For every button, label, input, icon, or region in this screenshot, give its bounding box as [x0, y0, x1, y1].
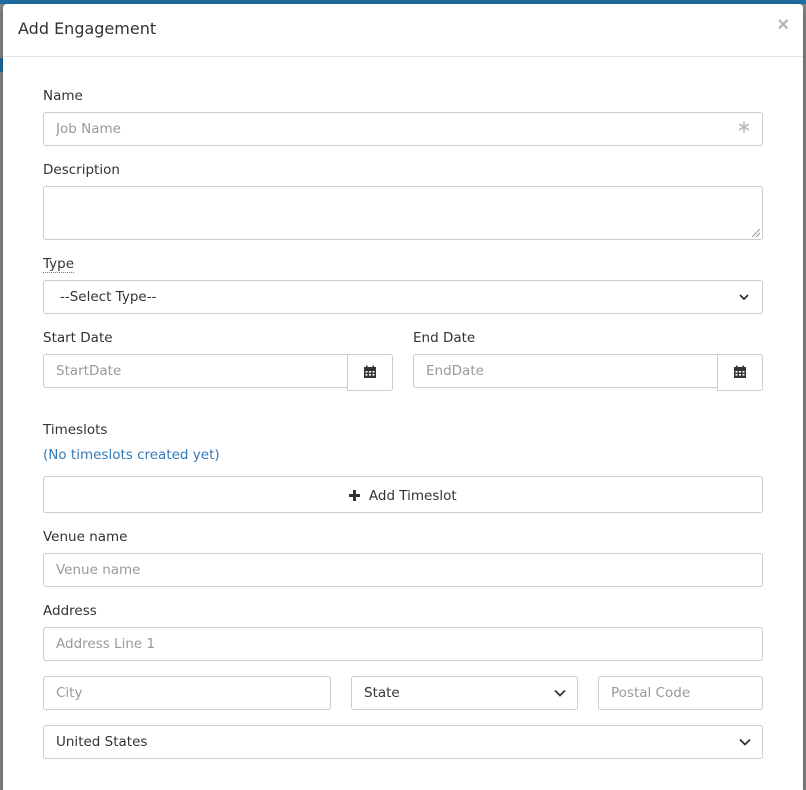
venue-name-label: Venue name: [43, 529, 128, 545]
end-date-label: End Date: [413, 330, 476, 346]
end-date-calendar-button[interactable]: [717, 354, 763, 391]
add-engagement-modal: Add Engagement × Name Description Type -…: [3, 4, 803, 790]
city-field[interactable]: [43, 676, 331, 710]
state-select[interactable]: State: [351, 676, 578, 710]
no-timeslots-text: (No timeslots created yet): [43, 447, 220, 463]
postal-code-field[interactable]: [598, 676, 763, 710]
chevron-down-icon: [738, 291, 752, 305]
timeslots-label: Timeslots: [43, 422, 108, 438]
address-line1-input[interactable]: [44, 628, 762, 660]
close-icon[interactable]: ×: [777, 15, 789, 35]
start-date-label: Start Date: [43, 330, 113, 346]
modal-header: Add Engagement ×: [3, 4, 803, 57]
job-name-input[interactable]: [44, 113, 762, 145]
modal-title: Add Engagement: [18, 19, 157, 38]
type-label: Type: [43, 256, 75, 273]
type-select-value: --Select Type--: [60, 289, 157, 305]
start-date-field[interactable]: [43, 354, 348, 388]
country-select[interactable]: United States: [43, 725, 763, 759]
chevron-down-icon: [553, 686, 567, 700]
venue-name-field[interactable]: [43, 553, 763, 587]
name-label: Name: [43, 88, 83, 104]
plus-icon: [349, 485, 366, 504]
city-input[interactable]: [44, 677, 330, 709]
address-label: Address: [43, 603, 97, 619]
state-select-value: State: [364, 685, 400, 701]
start-date-input[interactable]: [44, 355, 347, 387]
description-textarea[interactable]: [44, 187, 762, 239]
postal-code-input[interactable]: [599, 677, 762, 709]
calendar-icon: [363, 365, 377, 384]
description-field[interactable]: [43, 186, 763, 240]
type-select[interactable]: --Select Type--: [43, 280, 763, 314]
resize-grip-icon[interactable]: [752, 229, 760, 237]
description-label: Description: [43, 162, 120, 178]
chevron-down-icon: [738, 735, 752, 749]
start-date-calendar-button[interactable]: [347, 354, 393, 391]
calendar-icon: [733, 365, 747, 384]
add-timeslot-button[interactable]: Add Timeslot: [43, 476, 763, 513]
add-timeslot-label: Add Timeslot: [368, 488, 457, 504]
end-date-input[interactable]: [414, 355, 717, 387]
address-line1-field[interactable]: [43, 627, 763, 661]
venue-name-input[interactable]: [44, 554, 762, 586]
asterisk-icon: [738, 121, 750, 137]
job-name-field[interactable]: [43, 112, 763, 146]
end-date-field[interactable]: [413, 354, 718, 388]
country-select-value: United States: [56, 734, 148, 750]
